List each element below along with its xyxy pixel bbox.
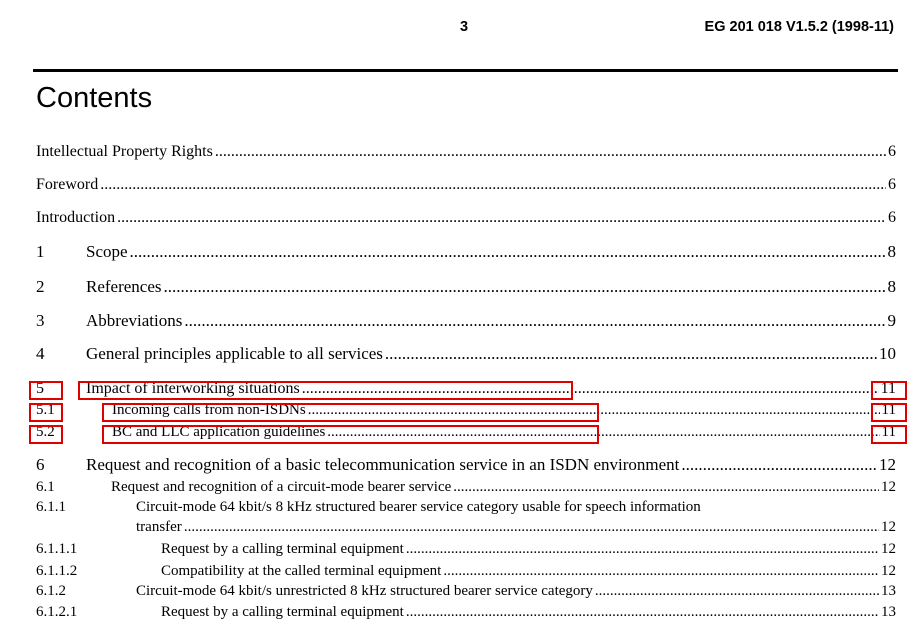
toc-leader-dots bbox=[164, 277, 886, 297]
document-id: EG 201 018 V1.5.2 (1998-11) bbox=[704, 19, 894, 35]
toc-entry-number: 4 bbox=[36, 344, 45, 363]
toc-leader-dots bbox=[406, 604, 879, 621]
toc-entry-text: Compatibility at the called terminal equ… bbox=[161, 563, 442, 579]
toc-entry-text: Foreword bbox=[36, 176, 99, 193]
toc-entry-number: 5 bbox=[36, 380, 44, 397]
toc-leader-dots bbox=[385, 344, 877, 364]
toc-entry-page: 10 bbox=[879, 344, 896, 363]
toc-leader-dots bbox=[184, 311, 885, 331]
toc-entry-page: 12 bbox=[881, 563, 896, 579]
toc-leader-dots bbox=[595, 583, 879, 600]
toc-entry-number: 6 bbox=[36, 455, 45, 474]
toc-entry-6-1-1-cont[interactable]: transfer 12 bbox=[36, 519, 896, 536]
toc-entry-6-1[interactable]: 6.1 Request and recognition of a circuit… bbox=[36, 479, 896, 496]
contents-title: Contents bbox=[36, 82, 153, 114]
toc-entry-number: 2 bbox=[36, 277, 45, 296]
toc-entry-number: 5.1 bbox=[36, 402, 55, 418]
toc-entry-text: Request by a calling terminal equipment bbox=[161, 541, 404, 557]
toc-entry-text-continued: transfer bbox=[136, 519, 182, 535]
toc-leader-dots bbox=[117, 209, 886, 227]
toc-entry-text: References bbox=[86, 277, 162, 296]
toc-entry-number: 6.1.2.1 bbox=[36, 604, 78, 620]
toc-entry-text: General principles applicable to all ser… bbox=[86, 344, 383, 363]
header-rule bbox=[33, 69, 898, 72]
toc-entry-text: Circuit-mode 64 kbit/s 8 kHz structured … bbox=[136, 499, 701, 515]
toc-leader-dots bbox=[308, 402, 880, 419]
toc-entry-text: Impact of interworking situations bbox=[86, 380, 300, 397]
toc-entry-ipr[interactable]: Intellectual Property Rights 6 bbox=[36, 143, 896, 161]
toc-entry-page: 12 bbox=[881, 541, 896, 557]
toc-entry-number: 6.1 bbox=[36, 479, 55, 495]
toc-entry-text: Introduction bbox=[36, 209, 116, 226]
toc-leader-dots bbox=[130, 242, 886, 262]
toc-entry-page: 9 bbox=[887, 311, 897, 330]
toc-leader-dots bbox=[443, 563, 879, 580]
toc-entry-page: 8 bbox=[887, 242, 897, 261]
toc-entry-number: 5.2 bbox=[36, 424, 55, 440]
page-header: 3 EG 201 018 V1.5.2 (1998-11) bbox=[0, 17, 910, 41]
toc-entry-number: 6.1.1 bbox=[36, 499, 66, 515]
toc-entry-6[interactable]: 6 Request and recognition of a basic tel… bbox=[36, 455, 896, 475]
toc-leader-dots bbox=[100, 176, 886, 194]
toc-entry-text: Request by a calling terminal equipment bbox=[161, 604, 404, 620]
toc-entry-text: Abbreviations bbox=[86, 311, 183, 330]
toc-entry-6-1-1[interactable]: 6.1.1 Circuit-mode 64 kbit/s 8 kHz struc… bbox=[36, 499, 896, 516]
toc-entry-2[interactable]: 2 References 8 bbox=[36, 277, 896, 297]
page-number: 3 bbox=[460, 19, 469, 35]
toc-entry-1[interactable]: 1 Scope 8 bbox=[36, 242, 896, 262]
toc-leader-dots bbox=[184, 519, 879, 536]
toc-entry-5-1[interactable]: 5.1 Incoming calls from non-ISDNs 11 bbox=[36, 402, 896, 419]
toc-entry-number: 1 bbox=[36, 242, 45, 261]
toc-leader-dots bbox=[406, 541, 879, 558]
toc-leader-dots bbox=[453, 479, 879, 496]
toc-entry-6-1-1-1[interactable]: 6.1.1.1 Request by a calling terminal eq… bbox=[36, 541, 896, 558]
toc-entry-text: Circuit-mode 64 kbit/s unrestricted 8 kH… bbox=[136, 583, 593, 599]
toc-entry-number: 6.1.1.2 bbox=[36, 563, 78, 579]
toc-entry-text: Request and recognition of a basic telec… bbox=[86, 455, 680, 474]
toc-entry-page: 12 bbox=[879, 455, 896, 474]
toc-entry-page: 11 bbox=[880, 380, 896, 397]
toc-entry-introduction[interactable]: Introduction 6 bbox=[36, 209, 896, 227]
toc-entry-text: BC and LLC application guidelines bbox=[112, 424, 326, 440]
toc-entry-5[interactable]: 5 Impact of interworking situations 11 bbox=[36, 380, 896, 398]
toc-entry-page: 12 bbox=[881, 479, 896, 495]
toc-entry-3[interactable]: 3 Abbreviations 9 bbox=[36, 311, 896, 331]
toc-entry-page: 12 bbox=[881, 519, 896, 535]
toc-leader-dots bbox=[215, 143, 886, 161]
toc-entry-page: 6 bbox=[888, 143, 896, 160]
toc-entry-text: Scope bbox=[86, 242, 128, 261]
toc-leader-dots bbox=[681, 455, 877, 475]
toc-entry-6-1-2-1[interactable]: 6.1.2.1 Request by a calling terminal eq… bbox=[36, 604, 896, 621]
toc-entry-text: Incoming calls from non-ISDNs bbox=[112, 402, 306, 418]
toc-entry-text: Request and recognition of a circuit-mod… bbox=[111, 479, 452, 495]
toc-entry-foreword[interactable]: Foreword 6 bbox=[36, 176, 896, 194]
toc-entry-page: 8 bbox=[887, 277, 897, 296]
toc-leader-dots bbox=[302, 380, 879, 398]
toc-entry-page: 13 bbox=[881, 604, 896, 620]
toc-entry-text: Intellectual Property Rights bbox=[36, 143, 213, 160]
toc-entry-number: 6.1.1.1 bbox=[36, 541, 78, 557]
toc-entry-page: 6 bbox=[888, 209, 896, 226]
toc-entry-5-2[interactable]: 5.2 BC and LLC application guidelines 11 bbox=[36, 424, 896, 441]
toc-entry-4[interactable]: 4 General principles applicable to all s… bbox=[36, 344, 896, 364]
toc-entry-6-1-1-2[interactable]: 6.1.1.2 Compatibility at the called term… bbox=[36, 563, 896, 580]
toc-entry-page: 6 bbox=[888, 176, 896, 193]
toc-entry-number: 6.1.2 bbox=[36, 583, 66, 599]
toc-leader-dots bbox=[327, 424, 879, 441]
toc-entry-page: 13 bbox=[881, 583, 896, 599]
toc-entry-page: 11 bbox=[881, 402, 896, 418]
toc-entry-page: 11 bbox=[881, 424, 896, 440]
toc-entry-number: 3 bbox=[36, 311, 45, 330]
toc-entry-6-1-2[interactable]: 6.1.2 Circuit-mode 64 kbit/s unrestricte… bbox=[36, 583, 896, 600]
